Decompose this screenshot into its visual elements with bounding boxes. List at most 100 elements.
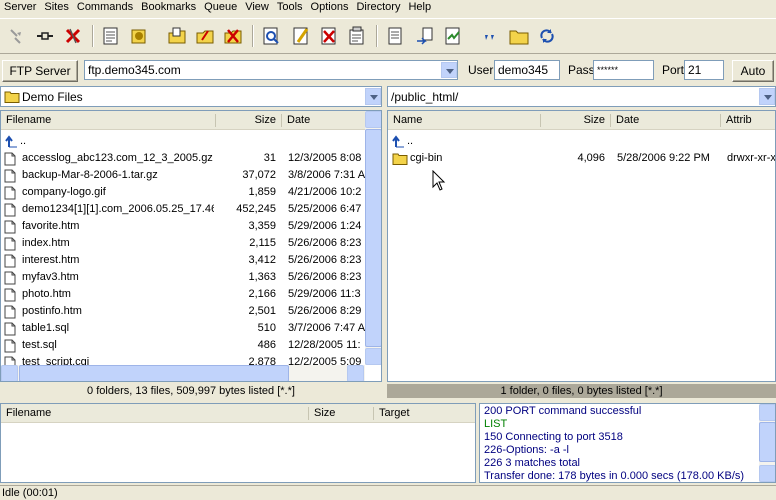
- remote-parent-row[interactable]: ..: [388, 133, 775, 150]
- refresh-icon[interactable]: [442, 25, 464, 47]
- local-file-row[interactable]: postinfo.htm 2,501 5/26/2006 8:29: [1, 303, 365, 320]
- queue-icon[interactable]: [384, 25, 406, 47]
- local-path-text: Demo Files: [22, 90, 83, 104]
- remote-delete-icon[interactable]: [318, 25, 340, 47]
- scroll-down-button[interactable]: [365, 348, 381, 365]
- local-parent-row[interactable]: ..: [1, 133, 365, 150]
- log-line: 226 3 matches total: [484, 457, 581, 469]
- connect-icon[interactable]: [34, 25, 56, 47]
- scroll-up-button[interactable]: [759, 404, 775, 421]
- menu-view[interactable]: View: [241, 0, 273, 16]
- local-header-date[interactable]: Date: [282, 111, 366, 130]
- remote-file-list[interactable]: Name Size Date Attrib .. cgi-bin 4,096 5…: [387, 110, 776, 382]
- local-file-row[interactable]: favorite.htm 3,359 5/29/2006 1:24: [1, 218, 365, 235]
- menu-server[interactable]: Server: [0, 0, 40, 16]
- file-icon: [4, 186, 16, 200]
- more-icon[interactable]: [480, 25, 502, 47]
- local-file-row[interactable]: table1.sql 510 3/7/2006 7:47 A: [1, 320, 365, 337]
- local-file-row[interactable]: accesslog_abc123.com_12_3_2005.gz 31 12/3/…: [1, 150, 365, 167]
- local-vertical-scrollbar[interactable]: [365, 111, 381, 365]
- log-window[interactable]: 200 PORT command successful LIST 150 Conne…: [479, 403, 776, 483]
- remote-folder-row[interactable]: cgi-bin 4,096 5/28/2006 9:22 PM drwxr-xr…: [388, 150, 775, 167]
- local-file-row[interactable]: photo.htm 2,166 5/29/2006 11:3: [1, 286, 365, 303]
- local-horizontal-scrollbar[interactable]: [1, 365, 365, 381]
- remote-properties-icon[interactable]: [346, 25, 368, 47]
- scroll-thumb[interactable]: [759, 422, 775, 462]
- server-type-button[interactable]: FTP Server: [2, 60, 78, 82]
- queue-header-filename[interactable]: Filename: [1, 404, 309, 423]
- file-icon: [4, 254, 16, 268]
- remote-file-name: cgi-bin: [410, 152, 443, 164]
- scroll-down-button[interactable]: [759, 465, 775, 482]
- folder-icon: [392, 153, 408, 165]
- local-file-row[interactable]: test.sql 486 12/28/2005 11:: [1, 337, 365, 354]
- menu-tools[interactable]: Tools: [273, 0, 307, 16]
- queue-header-size[interactable]: Size: [309, 404, 374, 423]
- log-line: 226-Options: -a -l: [484, 444, 569, 456]
- host-field[interactable]: ftp.demo345.com: [84, 60, 458, 80]
- scroll-thumb[interactable]: [365, 129, 381, 347]
- remote-file-attrib: drwxr-xr-x: [727, 152, 775, 164]
- local-open-icon[interactable]: [128, 25, 150, 47]
- local-file-size: 3,412: [248, 254, 276, 266]
- menu-help[interactable]: Help: [404, 0, 435, 16]
- remote-header-date[interactable]: Date: [611, 111, 721, 130]
- user-field[interactable]: demo345: [494, 60, 560, 80]
- user-label: User: [468, 63, 494, 77]
- transfer-icon[interactable]: [414, 25, 436, 47]
- local-file-name: test.sql: [22, 339, 57, 351]
- scroll-left-button[interactable]: [1, 365, 18, 381]
- host-dropdown-button[interactable]: [441, 62, 457, 78]
- disconnect-icon[interactable]: [6, 25, 28, 47]
- local-file-row[interactable]: company-logo.gif 1,859 4/21/2006 10:2: [1, 184, 365, 201]
- local-file-size: 31: [263, 152, 276, 164]
- local-path-dropdown-button[interactable]: [365, 88, 381, 105]
- transfer-queue-list[interactable]: Filename Size Target: [0, 403, 476, 483]
- local-file-date: 12/28/2005 11:: [288, 339, 361, 351]
- remote-header-size[interactable]: Size: [541, 111, 611, 130]
- local-file-row[interactable]: index.htm 2,115 5/26/2006 8:23: [1, 235, 365, 252]
- local-path-combo[interactable]: Demo Files: [0, 86, 382, 107]
- local-file-name: company-logo.gif: [22, 186, 106, 198]
- abort-icon[interactable]: [62, 25, 84, 47]
- toolbar-separator: [92, 25, 94, 47]
- remote-edit-icon[interactable]: [290, 25, 312, 47]
- scroll-up-button[interactable]: [365, 111, 381, 128]
- local-newfolder-icon[interactable]: [166, 25, 188, 47]
- file-icon: [4, 271, 16, 285]
- local-file-name: favorite.htm: [22, 220, 80, 232]
- queue-header-target[interactable]: Target: [374, 404, 475, 423]
- local-header-filename[interactable]: Filename: [1, 111, 216, 130]
- local-file-row[interactable]: backup-Mar-8-2006-1.tar.gz 37,072 3/8/2006…: [1, 167, 365, 184]
- local-file-row[interactable]: demo1234[1][1].com_2006.05.25_17.46 452,2…: [1, 201, 365, 218]
- log-line: Transfer done: 178 bytes in 0.000 secs (…: [484, 470, 745, 482]
- transfer-mode-button[interactable]: Auto: [732, 60, 774, 82]
- log-line: LIST: [484, 418, 508, 430]
- local-header-size[interactable]: Size: [216, 111, 282, 130]
- menu-queue[interactable]: Queue: [200, 0, 241, 16]
- folder-icon[interactable]: [508, 25, 530, 47]
- local-delete-icon[interactable]: [222, 25, 244, 47]
- log-vertical-scrollbar[interactable]: [759, 404, 775, 482]
- sync-icon[interactable]: [536, 25, 558, 47]
- scroll-right-button[interactable]: [347, 365, 364, 381]
- remote-header-name[interactable]: Name: [388, 111, 541, 130]
- port-field[interactable]: 21: [684, 60, 724, 80]
- menu-directory[interactable]: Directory: [352, 0, 404, 16]
- remote-path-dropdown-button[interactable]: [759, 88, 775, 105]
- menu-options[interactable]: Options: [307, 0, 353, 16]
- mouse-cursor-icon: [432, 170, 446, 191]
- remote-header-attrib[interactable]: Attrib: [721, 111, 775, 130]
- local-file-list[interactable]: Filename Size Date .. accesslog_abc123.c…: [0, 110, 382, 382]
- local-edit-icon[interactable]: [194, 25, 216, 47]
- password-field[interactable]: ******: [593, 60, 654, 80]
- menu-bookmarks[interactable]: Bookmarks: [137, 0, 200, 16]
- menu-commands[interactable]: Commands: [73, 0, 137, 16]
- local-file-row[interactable]: myfav3.htm 1,363 5/26/2006 8:23: [1, 269, 365, 286]
- local-file-row[interactable]: interest.htm 3,412 5/26/2006 8:23: [1, 252, 365, 269]
- remote-path-combo[interactable]: /public_html/: [387, 86, 776, 107]
- scroll-thumb[interactable]: [19, 365, 289, 381]
- local-view-icon[interactable]: [100, 25, 122, 47]
- remote-view-icon[interactable]: [260, 25, 282, 47]
- menu-sites[interactable]: Sites: [40, 0, 72, 16]
